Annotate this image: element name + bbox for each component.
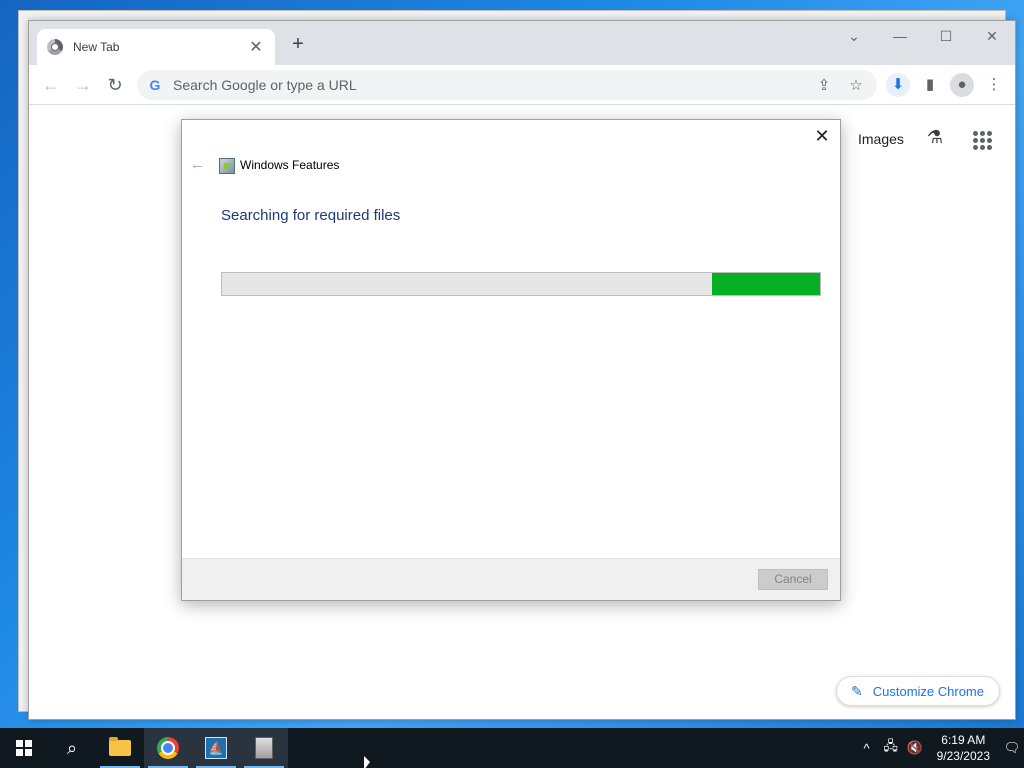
address-bar[interactable]: G Search Google or type a URL ⇪ ☆: [137, 70, 877, 100]
progress-fill: [712, 273, 820, 295]
folder-icon: [109, 737, 131, 756]
windows-features-dialog: ✕ ← Windows Features Searching for requi…: [181, 119, 841, 601]
windows-features-icon: [219, 158, 235, 174]
minimize-button[interactable]: —: [877, 21, 923, 51]
taskbar-windows-features[interactable]: [240, 728, 288, 768]
clock-date: 9/23/2023: [936, 749, 990, 763]
tab-title: New Tab: [73, 40, 120, 54]
start-button[interactable]: [0, 728, 48, 768]
side-panel-icon[interactable]: ▮: [918, 73, 942, 97]
taskbar-app[interactable]: ⛵: [192, 728, 240, 768]
mouse-cursor: [364, 756, 370, 768]
download-icon[interactable]: ⬇: [886, 73, 910, 97]
app-icon: ⛵: [205, 737, 227, 759]
forward-button[interactable]: →: [71, 73, 95, 97]
customize-chrome-button[interactable]: ✎ Customize Chrome: [836, 676, 1000, 706]
progress-bar: [221, 272, 821, 296]
notification-icon[interactable]: 🗨: [1000, 740, 1024, 756]
tab-new-tab[interactable]: New Tab ✕: [37, 29, 275, 65]
bookmark-star-icon[interactable]: ☆: [845, 76, 867, 94]
dialog-close-icon[interactable]: ✕: [812, 126, 832, 146]
address-bar-placeholder: Search Google or type a URL: [173, 77, 357, 93]
images-link[interactable]: Images: [858, 131, 904, 147]
taskbar: ⌕ ⛵ ^ 🖧 🔇 6:19 AM 9/23/2023 🗨: [0, 728, 1024, 768]
system-tray: ^ 🖧 🔇 6:19 AM 9/23/2023 🗨: [855, 728, 1024, 768]
dialog-footer: Cancel: [182, 558, 840, 600]
windows-logo-icon: [16, 740, 32, 756]
pencil-icon: ✎: [851, 682, 863, 699]
cancel-button[interactable]: Cancel: [758, 569, 828, 590]
close-window-button[interactable]: ✕: [969, 21, 1015, 51]
reload-button[interactable]: ↻: [103, 73, 127, 97]
dialog-title: Windows Features: [240, 158, 340, 172]
taskbar-search-button[interactable]: ⌕: [48, 728, 96, 768]
taskbar-file-explorer[interactable]: [96, 728, 144, 768]
customize-chrome-label: Customize Chrome: [872, 683, 984, 699]
labs-icon[interactable]: ⚗: [923, 127, 947, 151]
profile-icon[interactable]: ●: [950, 73, 974, 97]
share-icon[interactable]: ⇪: [813, 76, 835, 94]
chrome-icon: [157, 737, 179, 759]
google-apps-icon[interactable]: [971, 129, 993, 151]
windows-features-taskbar-icon: [255, 737, 273, 759]
google-icon: G: [149, 77, 161, 93]
search-icon: ⌕: [66, 737, 78, 758]
chrome-favicon-icon: [47, 39, 63, 55]
clock[interactable]: 6:19 AM 9/23/2023: [927, 732, 1000, 764]
volume-muted-icon[interactable]: 🔇: [903, 740, 927, 756]
window-controls: ⌄ — ☐ ✕: [831, 21, 1015, 51]
tab-strip: New Tab ✕ + ⌄ — ☐ ✕: [29, 21, 1015, 65]
network-icon[interactable]: 🖧: [879, 737, 903, 759]
clock-time: 6:19 AM: [941, 733, 986, 747]
browser-toolbar: ← → ↻ G Search Google or type a URL ⇪ ☆ …: [29, 65, 1015, 105]
back-button[interactable]: ←: [39, 73, 63, 97]
chrome-menu-icon[interactable]: ⋮: [982, 73, 1006, 97]
taskbar-chrome[interactable]: [144, 728, 192, 768]
tray-chevron-icon[interactable]: ^: [855, 741, 879, 756]
maximize-button[interactable]: ☐: [923, 21, 969, 51]
tab-close-icon[interactable]: ✕: [247, 37, 265, 57]
tab-search-icon[interactable]: ⌄: [831, 21, 877, 51]
new-tab-button[interactable]: +: [287, 33, 309, 55]
dialog-back-icon: ←: [190, 156, 205, 173]
dialog-heading: Searching for required files: [221, 207, 401, 224]
